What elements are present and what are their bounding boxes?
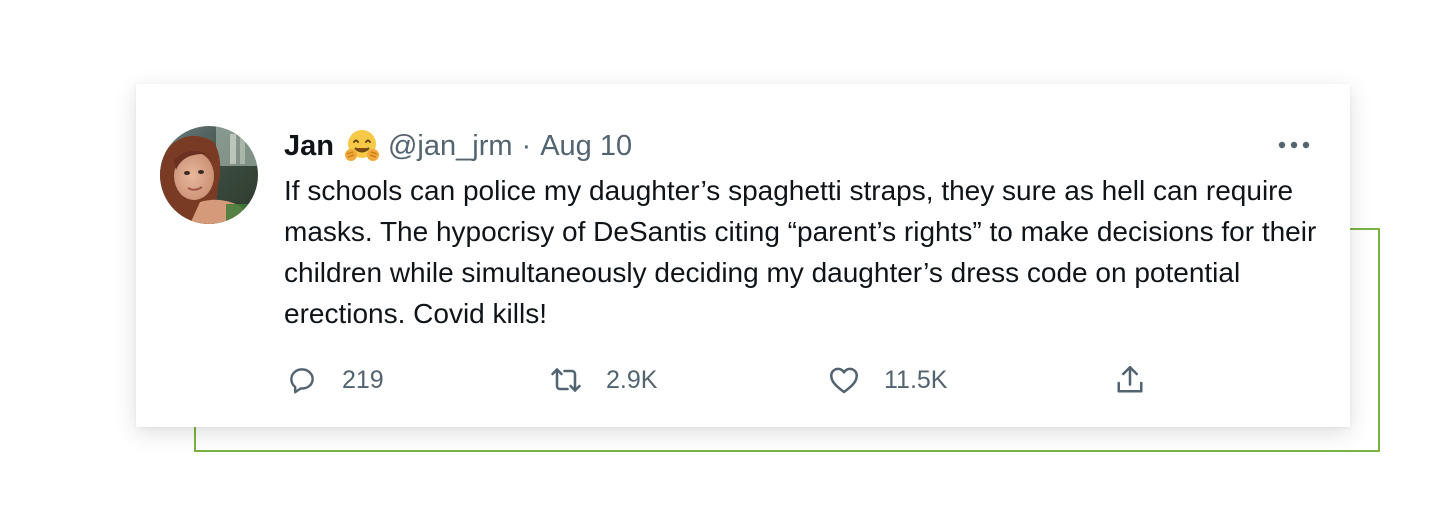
retweet-count: 2.9K [606,365,658,394]
reply-count: 219 [342,365,384,394]
tweet-header: Jan @jan_jrm · Aug 10 [284,126,632,166]
heart-icon [824,360,864,400]
share-icon [1110,360,1150,400]
retweet-icon [546,360,586,400]
tweet-text: If schools can police my daughter’s spag… [284,175,1317,329]
reply-icon [282,360,322,400]
author-name[interactable]: Jan [284,130,334,163]
like-button[interactable]: 11.5K [824,360,947,400]
more-options-icon[interactable] [1274,130,1314,160]
tweet-date[interactable]: Aug 10 [540,130,632,163]
author-handle[interactable]: @jan_jrm [388,130,513,163]
retweet-button[interactable]: 2.9K [546,360,657,400]
separator-dot: · [521,129,532,162]
hugging-face-emoji-icon [344,128,380,164]
tweet-card: Jan @jan_jrm · Aug 10 If schools can pol… [136,84,1350,427]
reply-button[interactable]: 219 [282,360,384,400]
avatar[interactable] [160,126,258,224]
like-count: 11.5K [884,365,948,394]
share-button[interactable] [1110,360,1150,400]
